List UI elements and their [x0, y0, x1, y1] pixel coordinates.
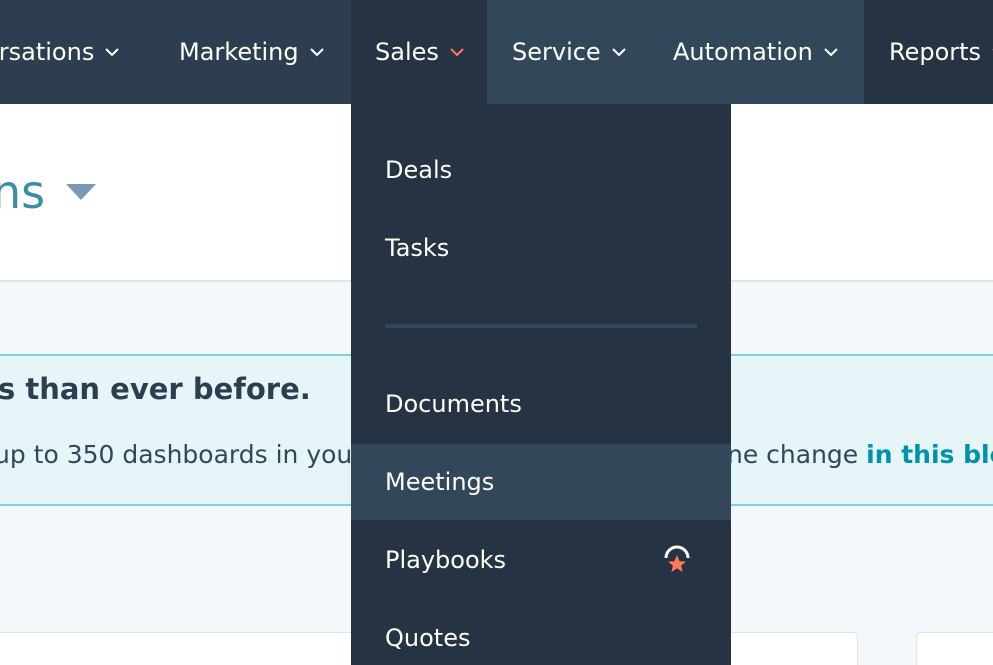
award-star-icon: [663, 545, 691, 577]
nav-item-label: Reports: [889, 38, 982, 66]
chevron-down-icon: [309, 44, 325, 60]
nav-item-marketing[interactable]: Marketing: [179, 0, 325, 104]
nav-item-reports[interactable]: Reports: [864, 0, 993, 104]
nav-item-label: Automation: [673, 38, 813, 66]
menu-item-tasks[interactable]: Tasks: [351, 210, 731, 286]
chevron-down-icon: [611, 44, 627, 60]
nav-item-automation[interactable]: Automation: [673, 0, 839, 104]
banner-body-text: up to 350 dashboards in you: [0, 440, 353, 469]
chevron-down-icon: [104, 44, 120, 60]
nav-item-label: Sales: [375, 38, 439, 66]
menu-item-meetings[interactable]: Meetings: [351, 444, 731, 520]
menu-divider: [385, 324, 697, 328]
chevron-down-icon: [449, 44, 465, 60]
page-title: ns: [0, 165, 46, 219]
banner-body-text-tail: ne change: [727, 440, 867, 469]
menu-item-label: Playbooks: [385, 546, 507, 574]
nav-item-label: Service: [512, 38, 601, 66]
blog-link[interactable]: in this blo: [866, 440, 993, 469]
banner-body-text-continued: ne change in this blo: [727, 440, 993, 469]
nav-item-conversations[interactable]: ersations: [0, 0, 120, 104]
menu-item-deals[interactable]: Deals: [351, 132, 731, 208]
menu-item-playbooks[interactable]: Playbooks: [351, 522, 731, 598]
menu-item-label: Deals: [385, 156, 453, 184]
title-dropdown-caret-icon[interactable]: [66, 184, 96, 200]
nav-item-label: ersations: [0, 38, 95, 66]
banner-heading: s than ever before.: [0, 372, 311, 406]
menu-item-label: Tasks: [385, 234, 450, 262]
nav-item-sales[interactable]: Sales: [351, 0, 487, 104]
top-navigation: ersations Marketing Sales Service Automa…: [0, 0, 993, 104]
menu-item-documents[interactable]: Documents: [351, 366, 731, 442]
nav-item-label: Marketing: [179, 38, 299, 66]
sales-dropdown-menu: Deals Tasks Documents Meetings Playbooks…: [351, 104, 731, 665]
menu-item-quotes[interactable]: Quotes: [351, 600, 731, 665]
menu-item-label: Meetings: [385, 468, 495, 496]
app-root: ns s than ever before. up to 350 dashboa…: [0, 0, 993, 665]
dashboard-card: [916, 632, 993, 665]
menu-item-label: Quotes: [385, 624, 471, 652]
menu-item-label: Documents: [385, 390, 522, 418]
chevron-down-icon: [823, 44, 839, 60]
